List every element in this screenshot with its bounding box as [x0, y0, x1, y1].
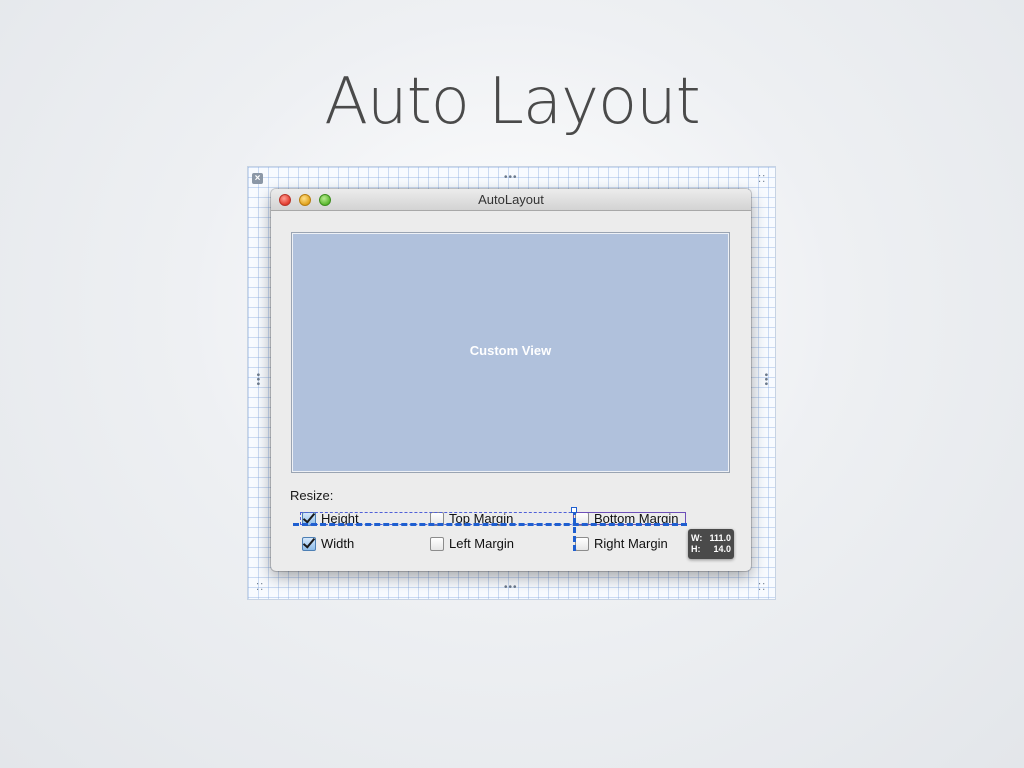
horizontal-constraint-line[interactable]: [293, 523, 687, 526]
width-checkbox-label: Width: [321, 536, 355, 551]
height-label: H:: [691, 544, 701, 554]
left-margin-checkbox[interactable]: Left Margin: [430, 536, 514, 551]
width-checkbox[interactable]: Width: [302, 536, 354, 551]
resize-handle-top-right-icon[interactable]: ⁚⁚: [758, 175, 766, 185]
constraint-anchor-icon[interactable]: [571, 507, 577, 513]
right-margin-checkbox-label: Right Margin: [594, 536, 668, 551]
checkbox-checked-icon[interactable]: [302, 536, 316, 551]
resize-handle-bottom-right-icon[interactable]: ⁚⁚: [758, 583, 766, 593]
resize-handle-left-icon[interactable]: •••: [252, 373, 263, 387]
resize-handle-top-icon[interactable]: •••: [504, 173, 518, 183]
window-titlebar[interactable]: AutoLayout: [271, 189, 751, 211]
resize-label: Resize:: [290, 488, 334, 503]
custom-view-label: Custom View: [469, 343, 552, 358]
vertical-constraint-line[interactable]: [573, 509, 576, 551]
checkbox-unchecked-icon[interactable]: [575, 536, 589, 551]
custom-view[interactable]: Custom View: [291, 232, 730, 473]
right-margin-checkbox[interactable]: Right Margin: [575, 536, 668, 551]
width-value: 111.0: [709, 533, 731, 543]
checkbox-unchecked-icon[interactable]: [430, 536, 444, 551]
window-title: AutoLayout: [478, 192, 544, 207]
size-tooltip: W: 111.0 H: 14.0: [688, 529, 734, 559]
slide-title: Auto Layout: [324, 65, 701, 139]
resize-handle-right-icon[interactable]: •••: [760, 373, 771, 387]
height-value: 14.0: [713, 544, 731, 554]
resize-handle-bottom-icon[interactable]: •••: [504, 583, 518, 593]
autolayout-window[interactable]: AutoLayout Custom View Resize: Height To…: [271, 189, 751, 571]
resize-handle-bottom-left-icon[interactable]: ⁚⁚: [256, 583, 264, 593]
width-label: W:: [691, 533, 703, 543]
left-margin-checkbox-label: Left Margin: [449, 536, 515, 551]
canvas-close-icon[interactable]: ×: [252, 173, 263, 184]
